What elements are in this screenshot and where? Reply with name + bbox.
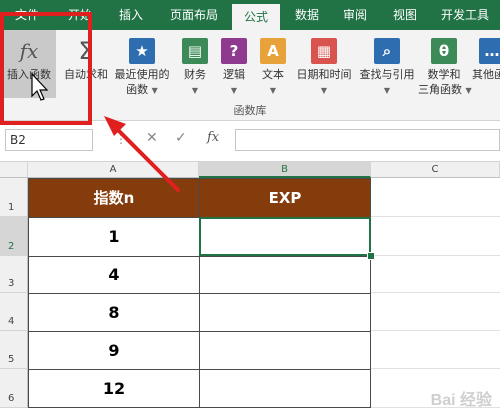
row-header-2[interactable]: 2 (0, 217, 28, 256)
table-cell-b4[interactable] (199, 293, 371, 332)
annotation-highlight-box (0, 12, 92, 125)
chevron-down-icon: ▼ (151, 86, 158, 95)
tab-data[interactable]: 数据 (284, 0, 330, 30)
text-book-icon: A (260, 38, 286, 64)
logical-button[interactable]: ? 逻辑 ▼ (216, 30, 252, 102)
date-time-button[interactable]: ▦ 日期和时间 ▼ (292, 30, 356, 102)
name-box[interactable]: B2 (5, 129, 93, 151)
row-number: 3 (8, 278, 15, 289)
lookup-reference-button[interactable]: ⌕ 查找与引用 ▼ (356, 30, 418, 102)
row-header-6[interactable]: 6 (0, 369, 28, 408)
chevron-down-icon: ▼ (269, 86, 277, 95)
table-cell-a5[interactable]: 9 (28, 331, 200, 370)
gridline (371, 292, 500, 293)
table-cell-a3[interactable]: 4 (28, 256, 200, 294)
table-cell-b6[interactable] (199, 369, 371, 408)
table-cell-b5[interactable] (199, 331, 371, 370)
active-cell-selection (199, 217, 371, 256)
chevron-down-icon: ▼ (230, 86, 238, 95)
mouse-cursor-icon (31, 72, 49, 101)
column-header-a[interactable]: A (28, 162, 199, 178)
more-functions-button[interactable]: … 其他函 (472, 30, 500, 102)
finance-book-icon: ▤ (182, 38, 208, 64)
cancel-icon[interactable]: ✕ (146, 130, 158, 146)
table-cell-b3[interactable] (199, 256, 371, 294)
question-book-icon: ? (221, 38, 247, 64)
column-header-c[interactable]: C (371, 162, 500, 178)
chevron-down-icon: ▼ (383, 86, 391, 95)
tab-insert[interactable]: 插入 (108, 0, 154, 30)
column-header-b[interactable]: B (199, 162, 371, 178)
lookup-reference-label: 查找与引用 (359, 68, 415, 81)
math-trig-button[interactable]: θ 数学和 三角函数 ▼ (418, 30, 472, 102)
chevron-down-icon: ▼ (191, 86, 199, 95)
logical-label: 逻辑 (223, 68, 245, 81)
confirm-icon[interactable]: ✓ (175, 130, 187, 146)
financial-label: 财务 (184, 68, 206, 81)
insert-function-fx-icon[interactable]: fx (207, 130, 219, 145)
row-header-3[interactable]: 3 (0, 256, 28, 293)
table-cell-a2[interactable]: 1 (28, 217, 200, 257)
gridline (371, 330, 500, 331)
more-functions-label: 其他函 (472, 68, 500, 81)
date-time-label: 日期和时间 (296, 68, 352, 81)
recently-used-label: 最近使用的 (114, 68, 170, 81)
row-number: 5 (8, 354, 15, 365)
tab-page-layout[interactable]: 页面布局 (158, 0, 230, 30)
tab-review[interactable]: 审阅 (332, 0, 378, 30)
table-cell-a4[interactable]: 8 (28, 293, 200, 332)
formula-input[interactable] (235, 129, 500, 151)
row-header-5[interactable]: 5 (0, 331, 28, 369)
more-options-icon[interactable]: ⋮ (115, 132, 127, 146)
chevron-down-icon: ▼ (465, 86, 472, 95)
text-label: 文本 (262, 68, 284, 81)
tab-view[interactable]: 视图 (382, 0, 428, 30)
row-number: 4 (8, 316, 15, 327)
row-header-1[interactable]: 1 (0, 178, 28, 217)
fill-handle[interactable] (367, 252, 375, 260)
function-library-group-label: 函数库 (233, 104, 267, 117)
row-header-4[interactable]: 4 (0, 293, 28, 331)
financial-button[interactable]: ▤ 财务 ▼ (176, 30, 214, 102)
star-book-icon: ★ (129, 38, 155, 64)
recently-used-label-2: 函数 (126, 83, 149, 96)
header-cell-b1[interactable]: EXP (199, 178, 371, 218)
calendar-icon: ▦ (311, 38, 337, 64)
gridline (371, 368, 500, 369)
header-cell-a1[interactable]: 指数n (28, 178, 200, 218)
watermark: Bai 经验 (430, 392, 492, 409)
select-all-corner[interactable] (0, 162, 28, 178)
math-trig-label-2: 三角函数 (418, 83, 462, 96)
gridline (371, 216, 500, 217)
text-button[interactable]: A 文本 ▼ (254, 30, 292, 102)
recently-used-button[interactable]: ★ 最近使用的 函数 ▼ (112, 30, 172, 102)
tab-formulas[interactable]: 公式 (232, 4, 280, 30)
table-cell-a6[interactable]: 12 (28, 369, 200, 408)
gridline (371, 255, 500, 256)
more-functions-icon: … (479, 38, 500, 64)
tab-developer[interactable]: 开发工具 (432, 0, 498, 30)
chevron-down-icon: ▼ (320, 86, 328, 95)
row-number: 2 (8, 241, 15, 252)
theta-book-icon: θ (431, 38, 457, 64)
math-trig-label: 数学和 (427, 68, 461, 81)
row-number: 1 (8, 202, 15, 213)
row-number: 6 (8, 393, 15, 404)
magnifier-book-icon: ⌕ (374, 38, 400, 64)
